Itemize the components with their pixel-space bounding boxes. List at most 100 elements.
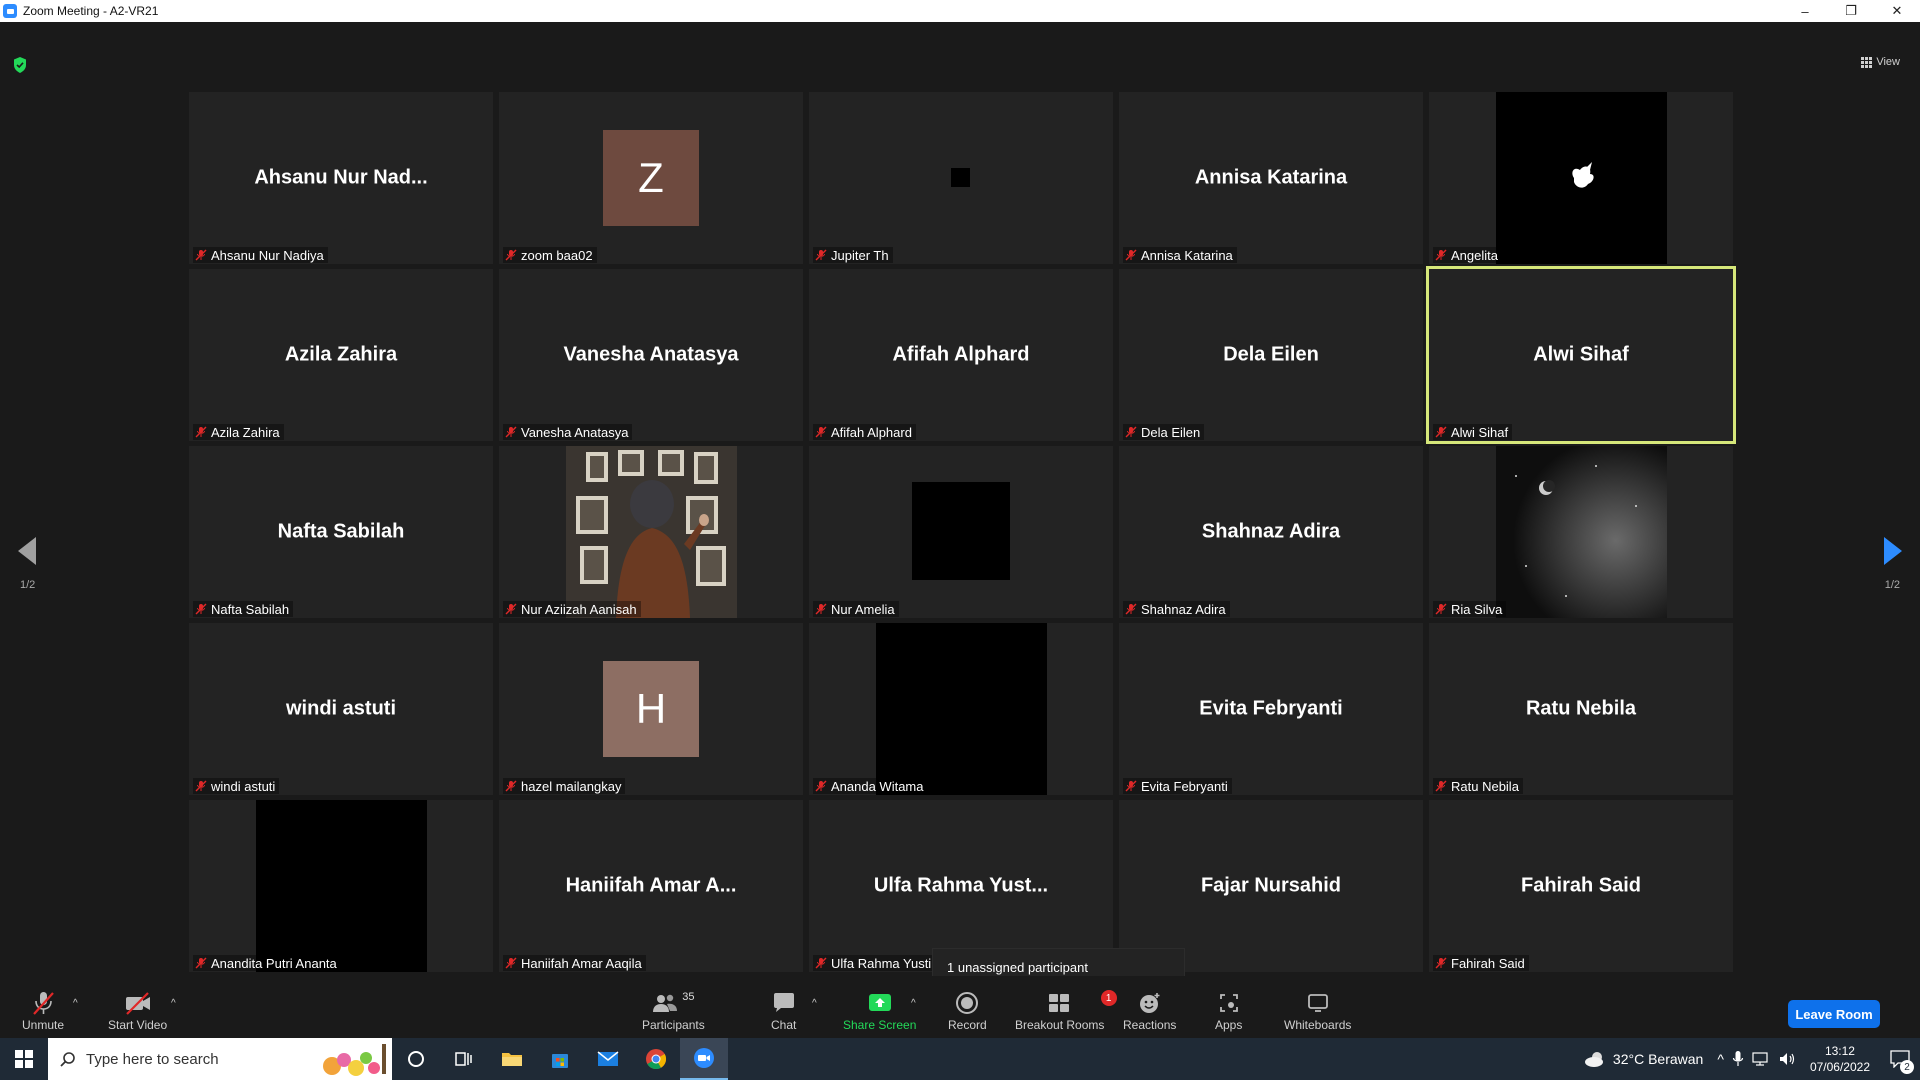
video-tile[interactable]: Annisa Katarina Annisa Katarina (1119, 92, 1423, 264)
participant-label: Nafta Sabilah (193, 601, 294, 617)
participant-label-text: Azila Zahira (211, 424, 280, 440)
clock-time: 13:12 (1824, 1044, 1855, 1058)
participants-button[interactable]: 35 Participants (642, 990, 705, 1032)
unmute-label: Unmute (22, 1018, 65, 1032)
share-screen-button[interactable]: Share Screen (843, 990, 916, 1032)
participant-label-text: Ahsanu Nur Nadiya (211, 247, 324, 263)
volume-icon[interactable] (1778, 1051, 1796, 1067)
mic-muted-icon (505, 249, 517, 261)
participant-video-feed (1496, 446, 1667, 618)
next-page-arrow-icon[interactable] (1884, 537, 1902, 565)
video-tile[interactable]: Shahnaz Adira Shahnaz Adira (1119, 446, 1423, 618)
participant-avatar: Z (603, 130, 699, 226)
windows-start-button[interactable] (0, 1038, 48, 1080)
page-indicator-right: 1/2 (1884, 579, 1900, 591)
video-tile[interactable]: Jupiter Th (809, 92, 1113, 264)
video-tile[interactable]: Ulfa Rahma Yust... Ulfa Rahma Yusti (809, 800, 1113, 972)
participant-label-text: Anandita Putri Ananta (211, 955, 337, 971)
participant-name-large: Vanesha Anatasya (563, 343, 739, 366)
file-explorer-icon[interactable] (488, 1038, 536, 1080)
video-tile[interactable]: Fajar Nursahid rsahid (1119, 800, 1423, 972)
zoom-taskbar-icon[interactable] (680, 1038, 728, 1080)
video-tile[interactable]: Haniifah Amar A... Haniifah Amar Aaqila (499, 800, 803, 972)
participants-label: Participants (642, 1018, 705, 1032)
chat-button[interactable]: Chat (771, 990, 796, 1032)
audio-options-caret-icon[interactable]: ^ (73, 998, 78, 1009)
participant-label-text: Annisa Katarina (1141, 247, 1233, 263)
video-tile[interactable]: Angelita (1429, 92, 1733, 264)
view-button[interactable]: View (1861, 56, 1900, 68)
search-placeholder: Type here to search (86, 1050, 219, 1068)
video-options-caret-icon[interactable]: ^ (171, 998, 176, 1009)
mail-icon[interactable] (584, 1038, 632, 1080)
view-label: View (1876, 56, 1900, 68)
mic-muted-icon (815, 426, 827, 438)
mic-muted-icon (1435, 603, 1447, 615)
previous-page-arrow-icon[interactable] (18, 537, 36, 565)
task-view-icon[interactable] (440, 1038, 488, 1080)
participant-label: Annisa Katarina (1123, 247, 1237, 263)
whiteboards-button[interactable]: Whiteboards (1284, 990, 1351, 1032)
participant-video-feed (951, 168, 970, 187)
mic-muted-icon (1125, 249, 1137, 261)
video-tile[interactable]: Nur Aziizah Aanisah (499, 446, 803, 618)
start-video-button[interactable]: Start Video (108, 990, 167, 1032)
video-tile[interactable]: Anandita Putri Ananta (189, 800, 493, 972)
video-tile[interactable]: Vanesha Anatasya Vanesha Anatasya (499, 269, 803, 441)
chrome-icon[interactable] (632, 1038, 680, 1080)
video-tile-active-speaker[interactable]: Alwi Sihaf Alwi Sihaf (1426, 266, 1736, 444)
windows-taskbar: Type here to search 32°C Berawan ^ 13:12… (0, 1038, 1920, 1080)
participant-label: Angelita (1433, 247, 1502, 263)
mic-muted-icon (1435, 249, 1447, 261)
unmute-button[interactable]: Unmute (22, 990, 64, 1032)
video-tile[interactable]: Ria Silva (1429, 446, 1733, 618)
video-tile[interactable]: windi astuti windi astuti (189, 623, 493, 795)
participant-label: Ahsanu Nur Nadiya (193, 247, 328, 263)
breakout-rooms-button[interactable]: 1 Breakout Rooms (1015, 990, 1117, 1032)
microphone-tray-icon[interactable] (1732, 1050, 1744, 1068)
video-tile[interactable]: Ahsanu Nur Nad... Ahsanu Nur Nadiya (189, 92, 493, 264)
participant-label: Nur Amelia (813, 601, 899, 617)
taskbar-clock[interactable]: 13:12 07/06/2022 (1810, 1043, 1870, 1075)
participants-icon (653, 994, 678, 1012)
video-tile[interactable]: Nur Amelia (809, 446, 1113, 618)
record-icon (956, 992, 979, 1014)
video-tile[interactable]: Azila Zahira Azila Zahira (189, 269, 493, 441)
video-tile[interactable]: Z zoom baa02 (499, 92, 803, 264)
apps-button[interactable]: Apps (1215, 990, 1242, 1032)
close-button[interactable]: ✕ (1874, 0, 1920, 22)
taskbar-search-box[interactable]: Type here to search (48, 1038, 392, 1080)
microsoft-store-icon[interactable] (536, 1038, 584, 1080)
notification-center-button[interactable]: 2 (1880, 1038, 1920, 1080)
video-tile[interactable]: Afifah Alphard Afifah Alphard (809, 269, 1113, 441)
participant-label: Dela Eilen (1123, 424, 1205, 440)
restore-button[interactable]: ❐ (1828, 0, 1874, 22)
video-tile[interactable]: Nafta Sabilah Nafta Sabilah (189, 446, 493, 618)
participant-label-text: Ulfa Rahma Yusti (831, 955, 932, 971)
share-screen-label: Share Screen (843, 1018, 917, 1032)
mic-muted-icon (505, 426, 517, 438)
participant-name-large: Fajar Nursahid (1200, 874, 1342, 897)
video-tile[interactable]: Evita Febryanti Evita Febryanti (1119, 623, 1423, 795)
video-tile[interactable]: Ananda Witama (809, 623, 1113, 795)
participant-label-text: zoom baa02 (521, 247, 593, 263)
weather-text[interactable]: 32°C Berawan (1613, 1051, 1703, 1067)
share-options-caret-icon[interactable]: ^ (911, 998, 916, 1009)
minimize-button[interactable]: – (1782, 0, 1828, 22)
participant-label-text: Afifah Alphard (831, 424, 912, 440)
encryption-shield-icon[interactable] (13, 57, 27, 73)
mic-muted-icon (195, 957, 207, 969)
video-tile[interactable]: Ratu Nebila Ratu Nebila (1429, 623, 1733, 795)
network-icon[interactable] (1752, 1051, 1770, 1067)
show-hidden-icons-icon[interactable]: ^ (1717, 1051, 1724, 1067)
record-button[interactable]: Record (948, 990, 987, 1032)
leave-room-button[interactable]: Leave Room (1788, 1000, 1880, 1028)
cortana-icon[interactable] (392, 1038, 440, 1080)
video-tile[interactable]: Fahirah Said Fahirah Said (1429, 800, 1733, 972)
start-video-label: Start Video (108, 1018, 168, 1032)
video-tile[interactable]: Dela Eilen Dela Eilen (1119, 269, 1423, 441)
reactions-button[interactable]: Reactions (1123, 990, 1176, 1032)
chat-options-caret-icon[interactable]: ^ (812, 998, 817, 1009)
participant-name-large: Haniifah Amar A... (565, 874, 737, 897)
video-tile[interactable]: H hazel mailangkay (499, 623, 803, 795)
